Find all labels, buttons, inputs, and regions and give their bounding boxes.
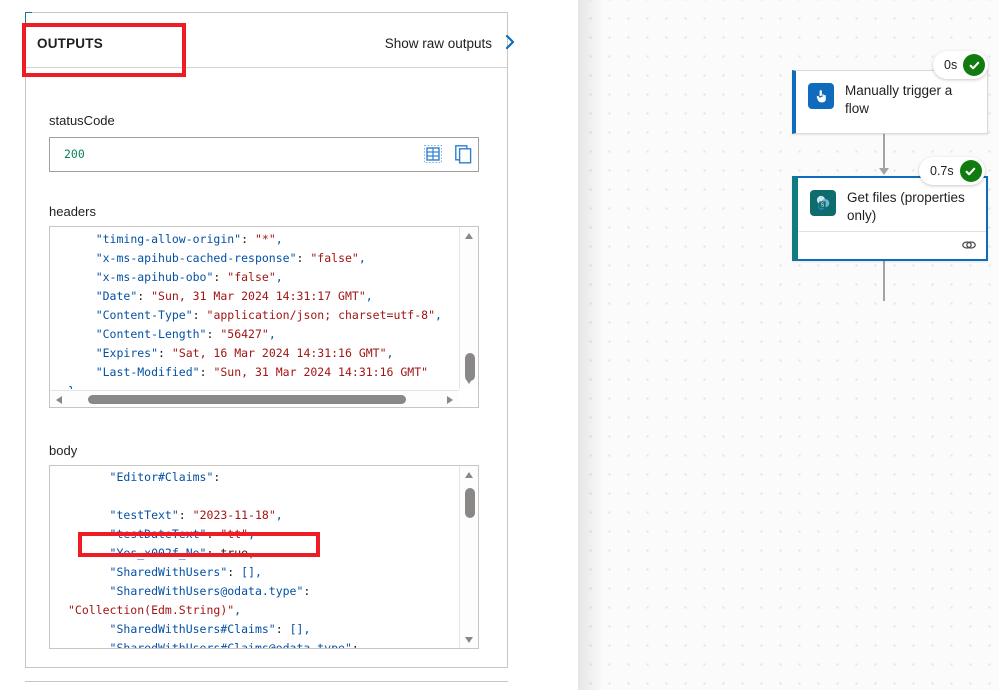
- scroll-right-arrow-icon[interactable]: [441, 391, 459, 407]
- flow-node-manually-trigger-a-flow[interactable]: Manually trigger a flow: [792, 70, 988, 134]
- body-code-area: "Editor#Claims": "testText": "2023-11-18…: [50, 466, 458, 649]
- node-footer: [798, 231, 986, 259]
- copy-icon[interactable]: [455, 145, 473, 164]
- outputs-panel: OUTPUTS Show raw outputs statusCode 200 …: [0, 0, 540, 690]
- sharepoint-icon: S: [810, 190, 836, 216]
- flow-canvas[interactable]: Manually trigger a flow 0s S Get files (…: [578, 0, 999, 690]
- panel-bottom-divider: [25, 681, 508, 690]
- chevron-right-icon[interactable]: [504, 33, 518, 51]
- node-title: Get files (properties only): [847, 190, 965, 223]
- page-scrollbar[interactable]: [558, 0, 580, 690]
- body-code-text: "Editor#Claims": "testText": "2023-11-18…: [68, 469, 359, 649]
- scrollbar-thumb[interactable]: [465, 488, 475, 518]
- headers-code-block[interactable]: "timing-allow-origin": "*", "x-ms-apihub…: [49, 226, 479, 408]
- scroll-down-arrow-icon[interactable]: [460, 372, 478, 389]
- statuscode-value: 200: [64, 147, 85, 161]
- hand-pointer-icon: [808, 83, 834, 109]
- body-code-block[interactable]: "Editor#Claims": "testText": "2023-11-18…: [49, 465, 479, 649]
- headers-label: headers: [49, 204, 96, 219]
- headers-code-text: "timing-allow-origin": "*", "x-ms-apihub…: [68, 231, 442, 390]
- node-duration: 0.7s: [930, 164, 954, 178]
- body-vertical-scrollbar[interactable]: [459, 466, 478, 648]
- body-label: body: [49, 443, 78, 458]
- connector-line: [883, 261, 885, 301]
- headers-horizontal-scrollbar[interactable]: [50, 390, 459, 407]
- link-chain-icon[interactable]: [961, 238, 977, 252]
- statuscode-value-box: [49, 137, 479, 172]
- scroll-down-arrow-icon[interactable]: [460, 631, 478, 648]
- svg-text:S: S: [821, 203, 825, 209]
- node-duration: 0s: [944, 58, 958, 72]
- scroll-up-arrow-icon[interactable]: [460, 466, 478, 483]
- node-content: S Get files (properties only): [798, 178, 986, 225]
- page-title: OUTPUTS: [37, 36, 103, 51]
- statuscode-label: statusCode: [49, 113, 115, 128]
- connector-line: [883, 134, 885, 170]
- scroll-left-arrow-icon[interactable]: [50, 391, 68, 407]
- check-circle-icon: [959, 160, 982, 182]
- node-title: Manually trigger a flow: [845, 83, 953, 116]
- headers-vertical-scrollbar[interactable]: [459, 227, 478, 389]
- node-status-badge: 0s: [933, 51, 989, 79]
- show-raw-outputs-link[interactable]: Show raw outputs: [385, 36, 492, 51]
- check-circle-icon: [963, 54, 986, 76]
- connector-arrow-icon: [879, 168, 889, 175]
- headers-code-area: "timing-allow-origin": "*", "x-ms-apihub…: [50, 227, 458, 390]
- node-status-badge: 0.7s: [919, 157, 985, 185]
- scroll-up-arrow-icon[interactable]: [460, 227, 478, 244]
- flow-node-get-files-properties-only[interactable]: S Get files (properties only): [792, 176, 988, 261]
- table-icon[interactable]: [424, 145, 442, 163]
- scrollbar-thumb[interactable]: [88, 395, 406, 404]
